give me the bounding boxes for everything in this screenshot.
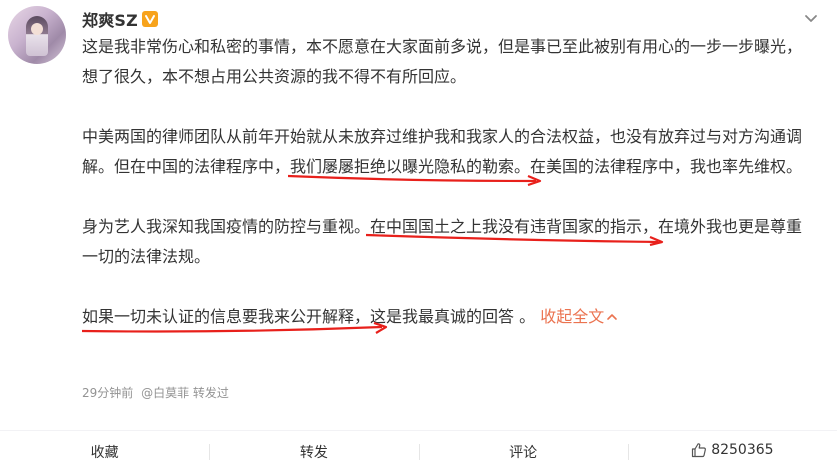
action-bar: 收藏 转发 评论 8250365: [0, 430, 837, 472]
favorite-button[interactable]: 收藏: [0, 442, 209, 462]
paragraph-2: 中美两国的律师团队从前年开始就从未放弃过维护我和我家人的合法权益，也没有放弃过与…: [82, 122, 817, 186]
chevron-up-icon: [607, 314, 618, 320]
paragraph-2-text-b: 。在美国的法律程序中，我也率先维权。: [514, 157, 803, 176]
like-wrap: 8250365: [691, 442, 774, 458]
verified-icon: [141, 11, 158, 27]
highlight-instruction-text: 在中国国土之上我没有违背国家的指示: [370, 217, 643, 236]
post-header: 郑爽SZ: [82, 8, 158, 30]
post-content: 这是我非常伤心和私密的事情，本不愿意在大家面前多说，但是事已至此被别有用心的一步…: [82, 32, 817, 334]
chevron-down-icon[interactable]: [803, 10, 819, 26]
comment-label: 评论: [509, 445, 538, 461]
username[interactable]: 郑爽SZ: [82, 7, 138, 31]
highlight-extortion: 我们屡屡拒绝以曝光隐私的勒索: [288, 157, 542, 186]
like-count: 8250365: [711, 442, 774, 458]
paragraph-1: 这是我非常伤心和私密的事情，本不愿意在大家面前多说，但是事已至此被别有用心的一步…: [82, 32, 817, 92]
avatar[interactable]: [8, 6, 66, 64]
comment-button[interactable]: 评论: [418, 442, 628, 462]
repost-label: 转发: [299, 445, 328, 461]
repost-button[interactable]: 转发: [209, 442, 418, 462]
like-button[interactable]: 8250365: [627, 442, 837, 462]
collapse-label: 收起全文: [540, 307, 605, 326]
highlight-extortion-text: 我们屡屡拒绝以曝光隐私的勒索: [290, 157, 515, 176]
highlight-explanation: 如果一切未认证的信息要我来公开解释: [82, 307, 388, 334]
avatar-figure: [26, 16, 48, 56]
thumbs-up-icon: [692, 443, 707, 458]
paragraph-3-text-a: 身为艺人我深知我国疫情的防控与重视。: [82, 217, 371, 236]
favorite-label: 收藏: [90, 445, 119, 461]
highlight-instruction: 在中国国土之上我没有违背国家的指示: [366, 217, 664, 246]
paragraph-3: 身为艺人我深知我国疫情的防控与重视。在中国国土之上我没有违背国家的指示 ，在境外我…: [82, 212, 817, 272]
post-time[interactable]: 29分钟前: [82, 386, 133, 400]
paragraph-4: 如果一切未认证的信息要我来公开解释 ，这是我最真诚的回答 。 收起全文: [82, 302, 817, 334]
post-meta: 29分钟前 @白莫菲 转发过: [82, 384, 233, 401]
paragraph-4-text-b: ，这是我最真诚的回答 。: [354, 307, 541, 326]
paragraph-1-text: 这是我非常伤心和私密的事情，本不愿意在大家面前多说，但是事已至此被别有用心的一步…: [82, 37, 803, 86]
avatar-face: [31, 23, 43, 35]
highlight-explanation-text: 如果一切未认证的信息要我来公开解释: [82, 307, 355, 326]
weibo-post-card: 郑爽SZ 这是我非常伤心和私密的事情，本不愿意在大家面前多说，但是事已至此被别有…: [0, 0, 837, 472]
repost-source[interactable]: @白莫菲 转发过: [141, 386, 229, 400]
collapse-link[interactable]: 收起全文: [540, 307, 618, 326]
